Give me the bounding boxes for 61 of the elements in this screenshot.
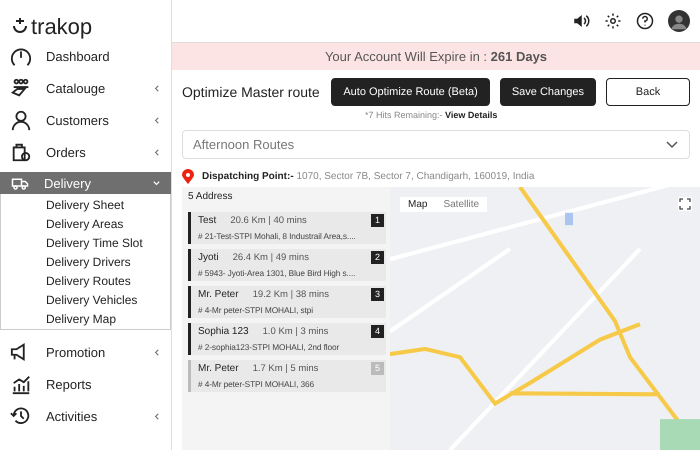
help-icon[interactable] (636, 12, 654, 30)
submenu-item[interactable]: Delivery Routes (46, 272, 170, 291)
sidebar-item[interactable]: Orders (0, 136, 171, 168)
address-distance: 26.4 Km | 49 mins (232, 252, 309, 263)
address-distance: 1.7 Km | 5 mins (252, 363, 318, 374)
hits-note: *7 Hits Remaining:- (365, 110, 443, 120)
address-card[interactable]: Mr. Peter 19.2 Km | 38 mins # 4-Mr peter-STPI MOHALI, stpi 3 (188, 286, 386, 318)
order-number: 5 (371, 362, 384, 375)
submenu-item[interactable]: Delivery Map (46, 310, 170, 329)
person-icon (10, 109, 32, 131)
bar-chart-icon (10, 373, 32, 395)
sidebar-item[interactable]: Activities (0, 400, 171, 432)
action-button[interactable]: Save Changes (500, 78, 596, 106)
sidebar-item[interactable]: Catalouge (0, 72, 171, 104)
back-button[interactable]: Back (606, 78, 690, 106)
map-type-tab[interactable]: Map (400, 197, 436, 212)
map-pin-icon (182, 169, 194, 184)
settings-icon[interactable] (604, 12, 622, 30)
submenu-item[interactable]: Delivery Time Slot (46, 234, 170, 253)
expiry-text: Your Account Will Expire in : 261 Days (324, 49, 548, 64)
address-line: # 2-sophia123-STPI MOHALI, 2nd floor (198, 342, 340, 352)
address-count: 5 Address (187, 190, 234, 204)
page-title: Optimize Master route (182, 84, 321, 100)
action-button[interactable]: Auto Optimize Route (Beta) (331, 78, 490, 106)
trakop-logo: trakop (0, 0, 171, 40)
address-line: # 5943- Jyoti-Area 1301, Blue Bird High s.... (198, 268, 356, 278)
address-name: Mr. Peter (198, 289, 239, 300)
address-name: Test (198, 215, 216, 226)
address-name: Mr. Peter (198, 363, 239, 374)
speaker-icon[interactable] (572, 12, 590, 30)
sidebar-item[interactable]: Customers (0, 104, 171, 136)
address-line: # 21-Test-STPI Mohali, 8 Industrail Area,s.... (198, 231, 357, 241)
dispatch-text: Dispatching Point:- 1070, Sector 7B, Sector 7, Chandigarh, 160019, India (202, 171, 534, 182)
address-name: Sophia 123 (198, 326, 249, 337)
avatar-icon[interactable] (668, 10, 690, 32)
address-card[interactable]: Test 20.6 Km | 40 mins # 21-Test-STPI Mohali, 8 Industrail Area,s.... 1 (188, 212, 386, 244)
sidebar-item[interactable]: Reports (0, 368, 171, 400)
map-type-tab[interactable]: Satellite (435, 197, 488, 212)
order-number: 4 (371, 325, 384, 338)
submenu-item[interactable]: Delivery Sheet (46, 196, 170, 215)
submenu-item[interactable]: Delivery Drivers (46, 253, 170, 272)
address-distance: 1.0 Km | 3 mins (262, 326, 328, 337)
address-card[interactable]: Sophia 123 1.0 Km | 3 mins # 2-sophia123-STPI MOHALI, 2nd floor 4 (188, 323, 386, 355)
address-card[interactable]: Jyoti 26.4 Km | 49 mins # 5943- Jyoti-Area 1301, Blue Bird High s.... 2 (188, 249, 386, 281)
address-name: Jyoti (198, 252, 219, 263)
submenu-item[interactable]: Delivery Vehicles (46, 291, 170, 310)
address-line: # 4-Mr peter-STPI MOHALI, 366 (198, 379, 316, 389)
sidebar-item[interactable]: Promotion (0, 336, 171, 368)
fullscreen-icon[interactable] (678, 197, 692, 211)
sidebar-item[interactable]: Dashboard (0, 40, 171, 72)
submenu-item[interactable]: Delivery Areas (46, 215, 170, 234)
order-number: 2 (371, 251, 384, 264)
route-select[interactable]: Afternoon Routes (182, 130, 690, 159)
order-number: 3 (371, 288, 384, 301)
order-number: 1 (371, 214, 384, 227)
history-icon (10, 405, 32, 427)
address-line: # 4-Mr peter-STPI MOHALI, stpi (198, 305, 314, 315)
address-distance: 19.2 Km | 38 mins (252, 289, 329, 300)
address-distance: 20.6 Km | 40 mins (230, 215, 307, 226)
view-details-link[interactable]: View Details (445, 110, 498, 120)
sidebar-item[interactable]: Delivery (0, 172, 171, 194)
